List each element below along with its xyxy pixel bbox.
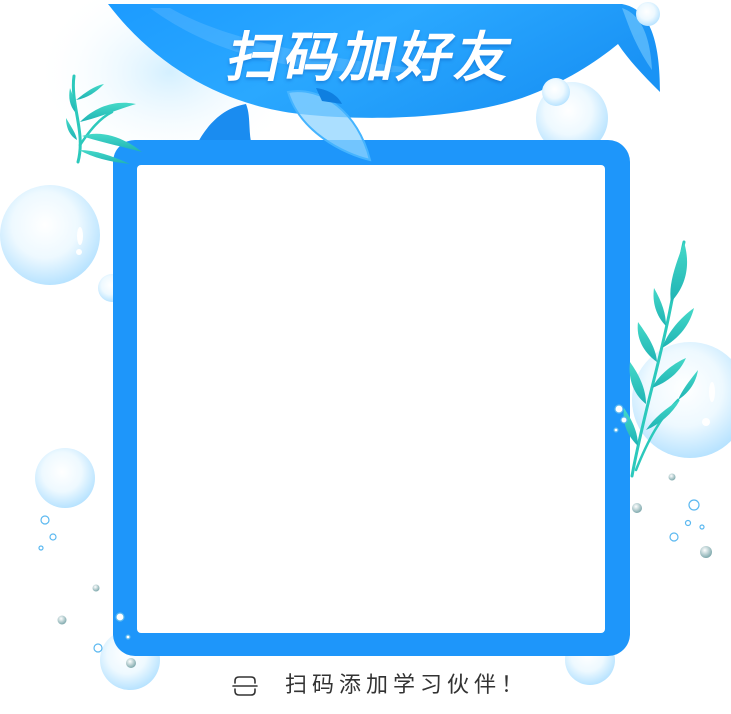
- banner-title: 扫码加好友: [221, 26, 521, 89]
- caption-text: 扫码添加学习伙伴！: [285, 673, 529, 698]
- bubble: [636, 2, 660, 26]
- bubble-highlight: [702, 418, 710, 426]
- caption: 扫码添加学习伙伴！: [232, 671, 528, 701]
- bubble-highlight: [709, 382, 715, 402]
- bubble: [35, 448, 95, 508]
- bubble-highlight: [77, 227, 83, 245]
- bubble: [542, 78, 570, 106]
- scan-icon: [232, 676, 258, 696]
- bubble: [0, 185, 100, 285]
- bubble: [632, 342, 731, 458]
- qr-code-area: [137, 165, 605, 633]
- add-friend-card: 扫码加好友 扫码添加学习伙伴！: [0, 0, 731, 714]
- bubble-highlight: [76, 249, 82, 255]
- qr-frame: [113, 140, 630, 656]
